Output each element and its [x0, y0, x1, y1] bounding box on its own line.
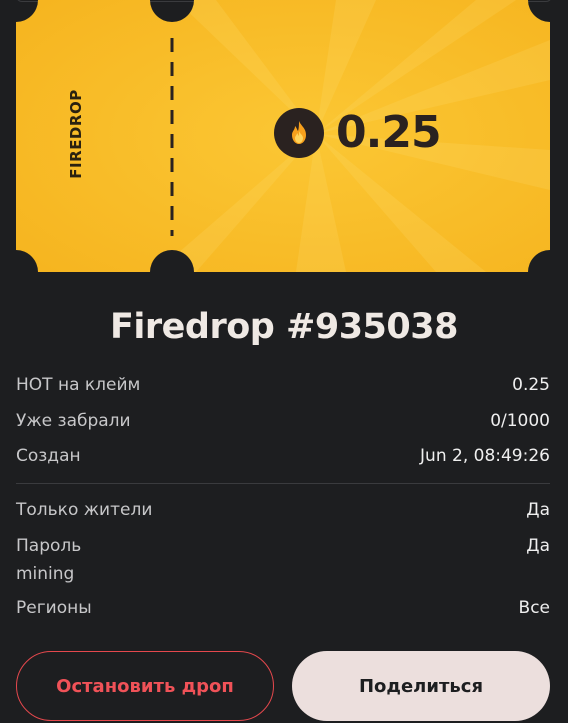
detail-label: HOT на клейм	[16, 375, 141, 395]
detail-label: Создан	[16, 446, 81, 466]
setting-value: Да	[526, 536, 550, 556]
ticket-amount-value: 0.25	[336, 107, 442, 158]
setting-label: Только жители	[16, 500, 153, 520]
setting-label: Регионы	[16, 598, 92, 618]
setting-row-password: Пароль mining Да	[16, 535, 550, 585]
detail-row-hot-claim: HOT на клейм 0.25	[16, 374, 550, 396]
section-divider	[16, 483, 550, 484]
page-title: Firedrop #935038	[110, 307, 458, 347]
flame-icon	[274, 108, 324, 158]
detail-value: Jun 2, 08:49:26	[420, 446, 550, 466]
password-value: mining	[16, 564, 75, 584]
detail-value: 0.25	[512, 375, 550, 395]
detail-row-claimed: Уже забрали 0/1000	[16, 410, 550, 432]
setting-value: Все	[518, 598, 550, 618]
setting-label: Пароль mining	[16, 535, 81, 585]
setting-row-residents-only: Только жители Да	[16, 499, 550, 521]
setting-label-text: Пароль	[16, 536, 82, 556]
firedrop-ticket: FIREDROP 0.25	[16, 0, 550, 272]
stop-drop-button[interactable]: Остановить дроп	[16, 651, 274, 721]
ticket-amount: 0.25	[274, 107, 442, 158]
ticket-stub-label: FIREDROP	[67, 89, 85, 179]
share-button[interactable]: Поделиться	[292, 651, 550, 721]
setting-value: Да	[526, 500, 550, 520]
detail-label: Уже забрали	[16, 411, 131, 431]
detail-value: 0/1000	[490, 411, 550, 431]
detail-row-created: Создан Jun 2, 08:49:26	[16, 445, 550, 467]
setting-row-regions: Регионы Все	[16, 597, 550, 619]
